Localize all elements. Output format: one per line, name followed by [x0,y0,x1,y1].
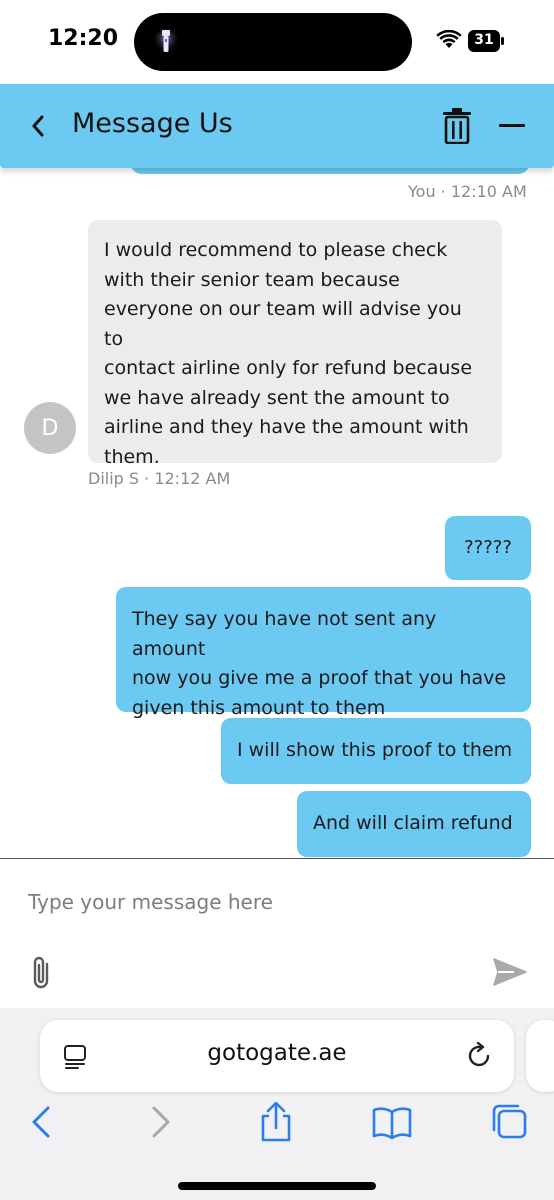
paperclip-icon[interactable] [30,955,54,991]
message-line: They say you have not sent any amount [132,608,437,660]
message-line: ????? [464,537,512,558]
next-tab-peek[interactable] [526,1020,554,1092]
browser-nav [0,1102,554,1142]
chat-header: Message Us [0,84,554,168]
message-line: we have already sent the amount to [104,386,450,409]
status-bar: 12:20 31 [0,0,554,84]
avatar: D [24,402,76,454]
message-line: I would recommend to please check [104,239,448,261]
wifi-icon [436,30,462,48]
message-meta: Dilip S · 12:12 AM [88,469,231,488]
message-line: And will claim refund [313,812,513,834]
dynamic-island [134,13,412,71]
forward-icon[interactable] [140,1102,180,1142]
message-line: with their senior team because [104,268,400,291]
user-message-bubble: They say you have not sent any amount no… [116,587,531,719]
message-line: contact airline only for refund because [104,357,473,379]
status-time: 12:20 [48,26,119,51]
message-line: them. [104,445,160,468]
message-input[interactable] [26,887,526,917]
back-icon[interactable] [22,1102,62,1142]
message-composer [0,858,554,1008]
message-line: everyone on our team will advise you to [104,298,462,350]
battery-level: 31 [474,32,494,48]
user-message-bubble: ????? [445,516,531,580]
back-button[interactable] [18,106,58,146]
message-line: I will show this proof to them [237,739,513,761]
back-chevron-icon [32,115,44,137]
battery-icon: 31 [468,30,504,52]
user-bubble-partial [130,168,530,174]
address-bar[interactable]: gotogate.ae [40,1020,514,1092]
browser-toolbar: gotogate.ae [0,1008,554,1200]
minimize-icon[interactable] [494,108,530,144]
reload-icon[interactable] [466,1042,494,1070]
user-message-bubble: And will claim refund [297,791,531,857]
chat-area[interactable]: You · 12:10 AM I would recommend to plea… [0,168,554,858]
home-indicator[interactable] [178,1182,376,1190]
bookmarks-icon[interactable] [372,1102,412,1142]
url-text: gotogate.ae [207,1040,347,1066]
message-line: airline and they have the amount with [104,416,469,438]
agent-message-bubble: I would recommend to please check with t… [88,220,502,468]
share-icon[interactable] [256,1102,296,1142]
trash-icon[interactable] [440,108,474,144]
flashlight-icon [154,29,178,53]
tabs-icon[interactable] [490,1102,530,1142]
user-message-bubble: I will show this proof to them [221,718,531,784]
message-line: now you give me a proof that you have [132,667,507,689]
page-title: Message Us [72,108,233,139]
message-meta: You · 12:10 AM [408,182,527,201]
send-icon[interactable] [492,957,528,987]
